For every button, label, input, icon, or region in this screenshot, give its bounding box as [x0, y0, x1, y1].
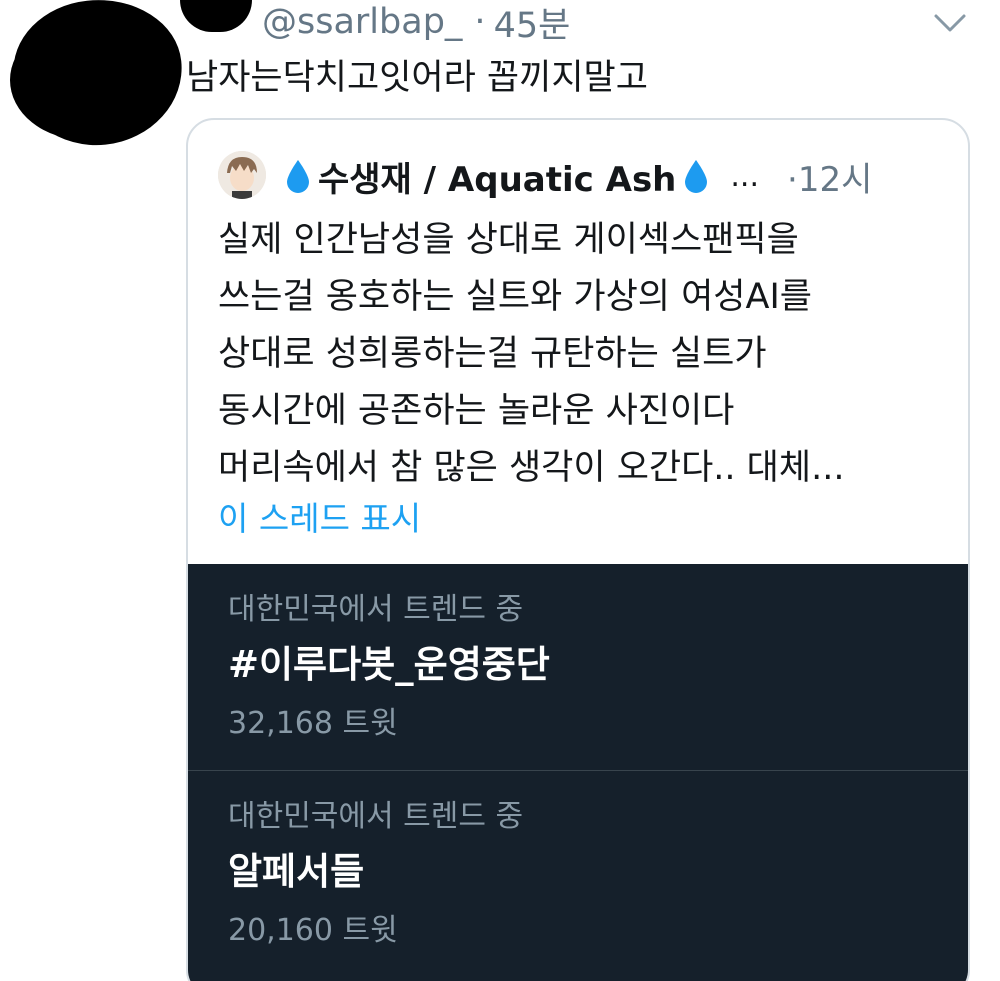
avatar-illustration — [218, 151, 266, 199]
tweet-header: @ssarlbap_ · 45분 — [262, 0, 570, 46]
tweet-screenshot: @ssarlbap_ · 45분 남자는닥치고잇어라 꼽끼지말고 수생재 / A… — [0, 0, 1000, 981]
user-handle[interactable]: @ssarlbap_ — [262, 2, 462, 42]
quoted-tweet-body: 실제 인간남성을 상대로 게이섹스팬픽을 쓰는걸 옹호하는 실트와 가상의 여성… — [218, 212, 844, 497]
tweet-timestamp[interactable]: 45분 — [494, 0, 571, 48]
trend-title: #이루다봇_운영중단 — [228, 643, 550, 686]
droplet-icon — [685, 160, 708, 193]
droplet-icon — [287, 160, 309, 193]
quoted-time-value: 12시 — [797, 159, 873, 200]
show-thread-link[interactable]: 이 스레드 표시 — [218, 492, 421, 540]
quoted-user-name[interactable]: 수생재 / Aquatic Ash — [318, 152, 676, 201]
trend-count: 32,168 트윗 — [228, 706, 398, 741]
name-truncation: ... — [730, 158, 759, 194]
chevron-down-icon[interactable] — [930, 6, 970, 42]
trend-item[interactable]: 대한민국에서 트렌드 중 #이루다봇_운영중단 32,168 트윗 — [188, 564, 968, 770]
time-separator: · — [787, 159, 798, 200]
trend-item[interactable]: 대한민국에서 트렌드 중 알페서들 20,160 트윗 — [188, 771, 968, 977]
avatar[interactable] — [6, 0, 190, 154]
trends-panel: 대한민국에서 트렌드 중 #이루다봇_운영중단 32,168 트윗 대한민국에서… — [188, 564, 968, 981]
trend-context: 대한민국에서 트렌드 중 — [228, 799, 524, 834]
display-name-redaction — [180, 0, 252, 32]
quoted-line: 동시간에 공존하는 놀라운 사진이다 — [218, 391, 735, 431]
tweet-text: 남자는닥치고잇어라 꼽끼지말고 — [186, 58, 648, 98]
header-separator: · — [474, 2, 486, 42]
trend-count: 20,160 트윗 — [228, 913, 398, 948]
quoted-tweet-card[interactable]: 수생재 / Aquatic Ash ... ·12시 실제 인간남성을 상대로 … — [186, 118, 970, 981]
trend-title: 알페서들 — [228, 850, 365, 893]
quoted-line: 실제 인간남성을 상대로 게이섹스팬픽을 — [218, 220, 799, 260]
quoted-line: 머리속에서 참 많은 생각이 오간다.. 대체... — [218, 448, 845, 488]
quoted-tweet-header: 수생재 / Aquatic Ash ... ·12시 — [284, 150, 872, 202]
quoted-line: 쓰는걸 옹호하는 실트와 가상의 여성AI를 — [218, 277, 812, 317]
quoted-line: 상대로 성희롱하는걸 규탄하는 실트가 — [218, 334, 767, 374]
quoted-user-avatar[interactable] — [218, 151, 266, 199]
trend-context: 대한민국에서 트렌드 중 — [228, 592, 524, 627]
quoted-tweet-time[interactable]: ·12시 — [787, 152, 872, 201]
